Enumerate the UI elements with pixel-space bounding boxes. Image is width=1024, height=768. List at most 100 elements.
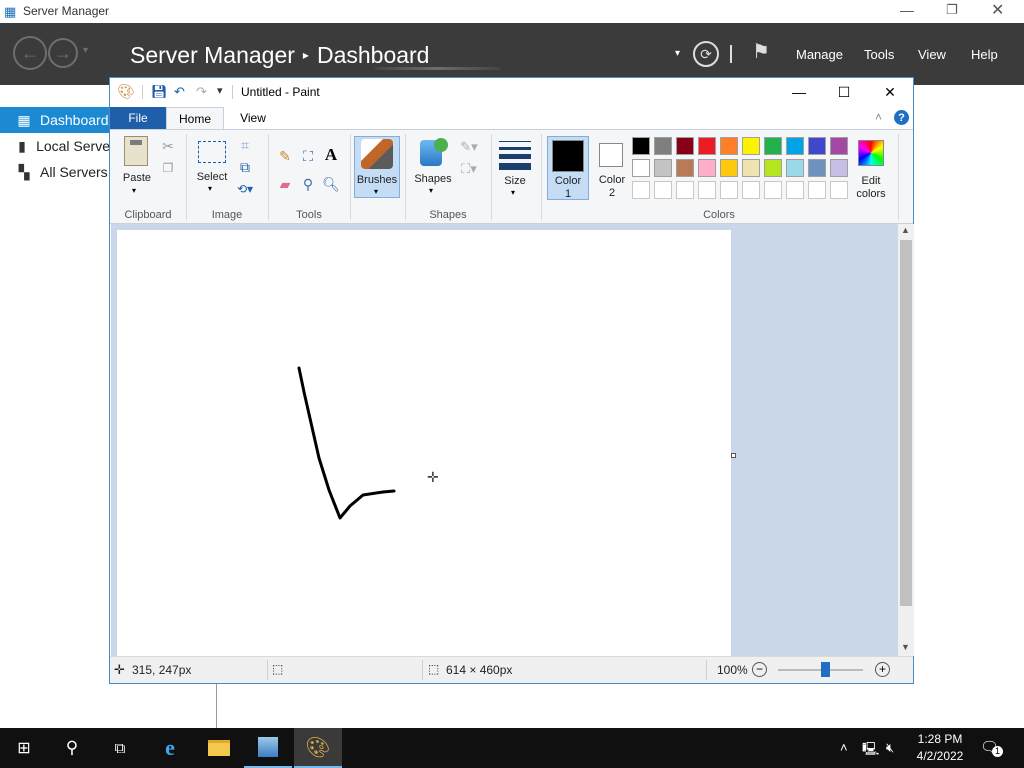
custom-color-slot[interactable] bbox=[808, 181, 826, 199]
task-view-button[interactable]: ⧉ bbox=[96, 728, 144, 768]
help-icon[interactable]: ? bbox=[894, 110, 909, 125]
paint-app-icon[interactable]: 🎨︎ bbox=[117, 83, 135, 100]
palette-swatch[interactable] bbox=[786, 159, 804, 177]
custom-color-slot[interactable] bbox=[698, 181, 716, 199]
volume-muted-icon[interactable]: 🔇︎ bbox=[886, 740, 894, 756]
vertical-scrollbar[interactable]: ▲ ▼ bbox=[898, 224, 914, 656]
clock-time[interactable]: 1:28 PM bbox=[910, 732, 970, 746]
zoom-slider-thumb[interactable] bbox=[820, 662, 830, 677]
close-button[interactable]: ✕ bbox=[867, 78, 913, 106]
custom-color-slot[interactable] bbox=[654, 181, 672, 199]
palette-swatch[interactable] bbox=[742, 137, 760, 155]
zoom-in-button[interactable]: + bbox=[875, 662, 890, 677]
minimize-button[interactable]: — bbox=[776, 78, 822, 106]
palette-swatch[interactable] bbox=[786, 137, 804, 155]
minimize-icon[interactable]: — bbox=[900, 2, 914, 18]
outline-icon[interactable]: ✎▾ bbox=[456, 138, 482, 156]
copy-icon[interactable]: ❐ bbox=[159, 159, 177, 177]
palette-swatch[interactable] bbox=[720, 159, 738, 177]
edit-colors-button[interactable]: Edit colors bbox=[854, 138, 894, 200]
redo-icon[interactable]: ↷ bbox=[196, 84, 207, 100]
show-hidden-icons[interactable]: ˄ bbox=[840, 740, 848, 755]
file-explorer-button[interactable] bbox=[195, 728, 243, 768]
scroll-down-icon[interactable]: ▼ bbox=[901, 642, 910, 652]
palette-swatch[interactable] bbox=[632, 159, 650, 177]
eraser-icon[interactable]: ▰ bbox=[276, 175, 294, 193]
custom-color-slot[interactable] bbox=[676, 181, 694, 199]
color-picker-icon[interactable]: ⚲ bbox=[299, 175, 317, 193]
pencil-icon[interactable]: ✎ bbox=[276, 147, 294, 165]
zoom-out-button[interactable]: − bbox=[752, 662, 767, 677]
palette-swatch[interactable] bbox=[632, 137, 650, 155]
network-icon[interactable]: 🖳︎ bbox=[862, 740, 879, 762]
tab-home[interactable]: Home bbox=[166, 107, 224, 129]
brushes-button[interactable]: Brushes ▾ bbox=[354, 136, 400, 198]
color2-button[interactable]: Color 2 bbox=[592, 136, 634, 200]
scrollbar-thumb[interactable] bbox=[900, 240, 912, 606]
restore-icon[interactable]: ❐ bbox=[946, 2, 958, 18]
palette-swatch[interactable] bbox=[676, 137, 694, 155]
maximize-button[interactable]: ☐ bbox=[821, 78, 867, 106]
sidebar-item-local-server[interactable]: ▮ Local Serve bbox=[0, 133, 110, 159]
palette-swatch[interactable] bbox=[830, 159, 848, 177]
forward-button[interactable]: → bbox=[48, 38, 78, 68]
sidebar-item-all-servers[interactable]: ▚ All Servers bbox=[0, 159, 110, 185]
paste-button[interactable]: Paste ▾ bbox=[118, 134, 156, 195]
palette-swatch[interactable] bbox=[764, 137, 782, 155]
custom-color-slot[interactable] bbox=[720, 181, 738, 199]
cut-icon[interactable]: ✂ bbox=[159, 137, 177, 155]
action-center-button[interactable]: 🗨︎ 1 bbox=[980, 738, 1003, 758]
refresh-icon[interactable]: ⟳ bbox=[693, 41, 719, 67]
select-button[interactable]: Select ▾ bbox=[192, 138, 230, 196]
clock-date[interactable]: 4/2/2022 bbox=[910, 749, 970, 763]
text-icon[interactable]: A bbox=[322, 145, 340, 164]
drawing-canvas[interactable]: ✛ bbox=[117, 230, 731, 656]
history-dropdown-icon[interactable]: ▾ bbox=[83, 45, 88, 56]
custom-color-slot[interactable] bbox=[764, 181, 782, 199]
palette-swatch[interactable] bbox=[830, 137, 848, 155]
scroll-up-icon[interactable]: ▲ bbox=[901, 225, 910, 235]
custom-color-slot[interactable] bbox=[786, 181, 804, 199]
back-button[interactable]: ← bbox=[13, 36, 47, 70]
save-icon[interactable]: 💾︎ bbox=[151, 84, 168, 100]
custom-color-slot[interactable] bbox=[632, 181, 650, 199]
palette-swatch[interactable] bbox=[808, 159, 826, 177]
rotate-icon[interactable]: ⟲▾ bbox=[236, 180, 254, 198]
internet-explorer-button[interactable]: e bbox=[146, 728, 194, 768]
canvas-resize-handle[interactable] bbox=[731, 453, 736, 458]
menu-manage[interactable]: Manage bbox=[796, 47, 843, 62]
menu-tools[interactable]: Tools bbox=[864, 47, 894, 62]
palette-swatch[interactable] bbox=[654, 137, 672, 155]
palette-swatch[interactable] bbox=[698, 159, 716, 177]
undo-icon[interactable]: ↶ bbox=[174, 84, 185, 100]
magnifier-icon[interactable]: 🔍︎ bbox=[322, 175, 340, 193]
tab-view[interactable]: View bbox=[224, 107, 282, 129]
fill-icon[interactable]: ⛶ bbox=[299, 147, 317, 165]
menu-help[interactable]: Help bbox=[971, 47, 998, 62]
palette-swatch[interactable] bbox=[698, 137, 716, 155]
search-button[interactable]: ⚲ bbox=[48, 728, 96, 768]
collapse-ribbon-icon[interactable]: ˄ bbox=[875, 110, 882, 124]
fill-shape-icon[interactable]: ⛶▾ bbox=[456, 160, 482, 178]
notifications-flag-icon[interactable]: ⚑ bbox=[752, 39, 770, 64]
custom-color-slot[interactable] bbox=[742, 181, 760, 199]
color1-button[interactable]: Color 1 bbox=[547, 136, 589, 200]
custom-color-slot[interactable] bbox=[830, 181, 848, 199]
tab-file[interactable]: File bbox=[110, 107, 166, 129]
palette-swatch[interactable] bbox=[742, 159, 760, 177]
palette-swatch[interactable] bbox=[676, 159, 694, 177]
size-button[interactable]: Size ▾ bbox=[496, 138, 534, 197]
close-icon[interactable]: ✕ bbox=[991, 0, 1004, 20]
menu-view[interactable]: View bbox=[918, 47, 946, 62]
customize-qat-icon[interactable]: ▾ bbox=[217, 84, 223, 97]
resize-icon[interactable]: ⧉ bbox=[236, 158, 254, 176]
server-manager-taskbar-button[interactable] bbox=[244, 728, 292, 768]
palette-swatch[interactable] bbox=[808, 137, 826, 155]
paint-taskbar-button[interactable]: 🎨︎ bbox=[294, 728, 342, 768]
palette-swatch[interactable] bbox=[764, 159, 782, 177]
shapes-button[interactable]: Shapes ▾ bbox=[412, 138, 452, 196]
palette-swatch[interactable] bbox=[654, 159, 672, 177]
start-button[interactable]: ⊞ bbox=[0, 728, 48, 768]
palette-swatch[interactable] bbox=[720, 137, 738, 155]
crop-icon[interactable]: ⌗ bbox=[236, 136, 254, 154]
